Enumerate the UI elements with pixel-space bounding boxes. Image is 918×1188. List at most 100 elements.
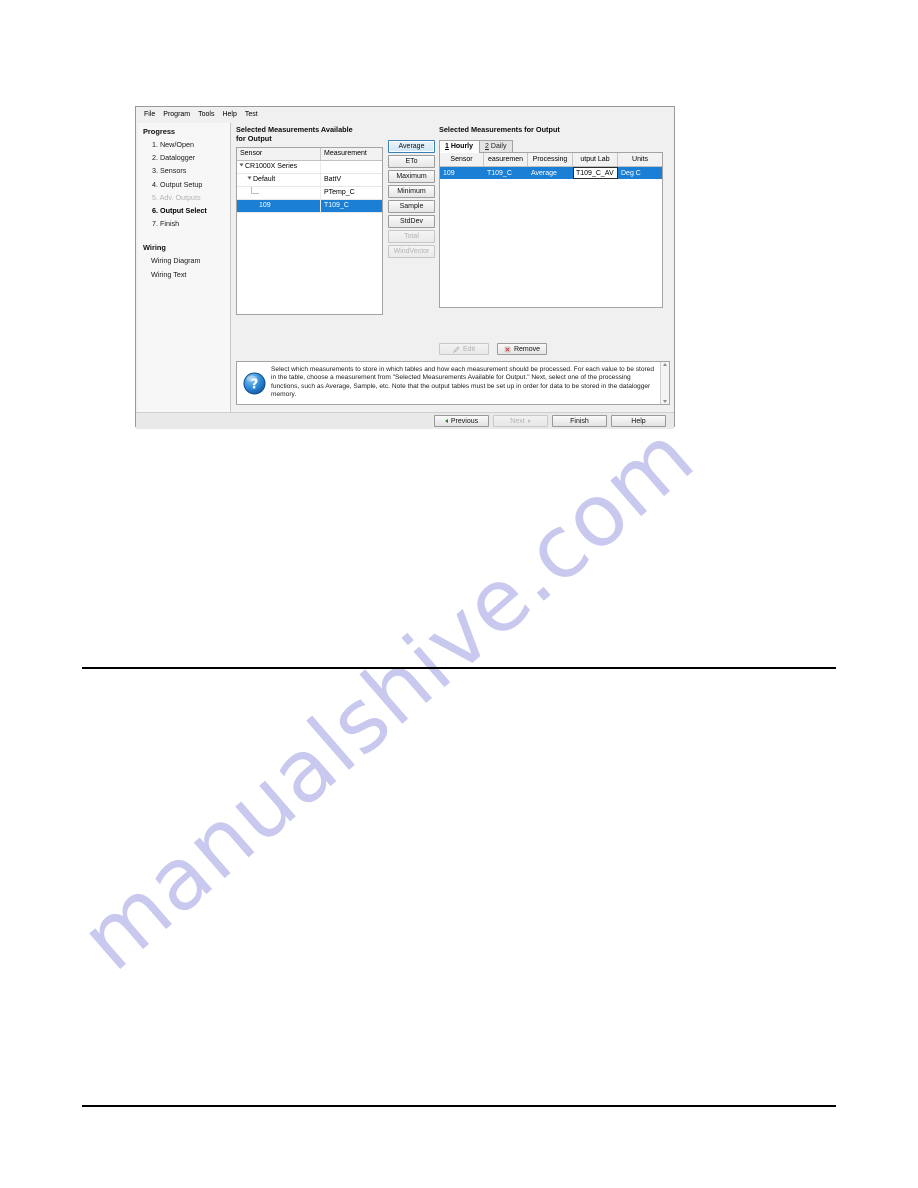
cell-sensor[interactable]: 109: [237, 200, 321, 212]
available-measurements-title: Selected Measurements Available for Outp…: [236, 125, 388, 143]
cell-sensor[interactable]: Default: [237, 174, 321, 186]
table-row-selected[interactable]: 109 T109_C Average T109_C_AV Deg C: [440, 167, 662, 179]
column-header-measurement[interactable]: Measurement: [321, 148, 382, 160]
edit-button: Edit: [439, 343, 489, 355]
sidebar-item-output-select[interactable]: 6. Output Select: [152, 206, 230, 215]
arrow-right-icon: [527, 419, 531, 423]
watermark-text: manualshive.com: [62, 406, 713, 990]
sample-button[interactable]: Sample: [388, 200, 435, 213]
column-header-output-label[interactable]: utput Lab: [573, 153, 618, 166]
sidebar-item-wiring-diagram[interactable]: Wiring Diagram: [151, 256, 230, 265]
output-table-tabs: 1 Hourly 2 Daily: [439, 140, 663, 153]
output-measurements-panel: Selected Measurements for Output 1 Hourl…: [439, 125, 667, 308]
cell-measurement[interactable]: T109_C: [484, 167, 528, 179]
sidebar-item-output-setup[interactable]: 4. Output Setup: [152, 180, 230, 189]
table-row[interactable]: Default BattV: [237, 174, 382, 187]
menu-bar: File Program Tools Help Test: [136, 107, 674, 121]
next-button-label: Next: [510, 417, 525, 425]
remove-button[interactable]: Remove: [497, 343, 547, 355]
cell-sensor[interactable]: CR1000X Series: [237, 161, 321, 173]
help-icon-wrapper: ?: [237, 362, 271, 404]
table-row[interactable]: CR1000X Series: [237, 161, 382, 174]
cell-sensor[interactable]: [237, 187, 321, 199]
question-mark-icon: ?: [242, 371, 266, 395]
menu-item-help[interactable]: Help: [218, 110, 240, 119]
chevron-down-icon[interactable]: [247, 176, 252, 180]
tree-guide-icon: [251, 187, 259, 194]
cell-measurement[interactable]: PTemp_C: [321, 187, 382, 199]
sidebar-item-wiring-text[interactable]: Wiring Text: [151, 270, 230, 279]
output-panel-title: Selected Measurements for Output: [439, 125, 560, 134]
cell-measurement[interactable]: BattV: [321, 174, 382, 186]
menu-item-tools[interactable]: Tools: [194, 110, 218, 119]
windvector-button: WindVector: [388, 245, 435, 258]
cell-processing[interactable]: Average: [528, 167, 573, 179]
tab-hourly-label: Hourly: [448, 142, 474, 150]
column-header-sensor[interactable]: Sensor: [237, 148, 321, 160]
sidebar-item-datalogger[interactable]: 2. Datalogger: [152, 153, 230, 162]
cell-units[interactable]: Deg C: [618, 167, 662, 179]
previous-button[interactable]: Previous: [434, 415, 489, 427]
short-cut-wizard-window: File Program Tools Help Test Progress 1.…: [135, 106, 675, 429]
progress-heading: Progress: [143, 127, 176, 136]
scroll-up-icon[interactable]: [663, 363, 667, 366]
average-button[interactable]: Average: [388, 140, 435, 153]
column-header-processing[interactable]: Processing: [528, 153, 573, 166]
sidebar-item-new-open[interactable]: 1. New/Open: [152, 140, 230, 149]
available-title-line1: Selected Measurements Available: [236, 125, 353, 134]
sidebar-item-sensors[interactable]: 3. Sensors: [152, 166, 230, 175]
table-row[interactable]: PTemp_C: [237, 187, 382, 200]
next-button: Next: [493, 415, 548, 427]
column-header-sensor[interactable]: Sensor: [440, 153, 484, 166]
page-divider-bottom: [82, 1105, 836, 1108]
help-hint-box: ? Select which measurements to store in …: [236, 361, 670, 405]
edit-button-label: Edit: [462, 345, 476, 353]
chevron-down-icon[interactable]: [239, 163, 244, 167]
stddev-button[interactable]: StdDev: [388, 215, 435, 228]
cell-measurement[interactable]: [321, 161, 382, 173]
sidebar-item-adv-outputs: 5. Adv. Outputs: [152, 192, 201, 202]
wizard-footer: Previous Next Finish Help: [136, 412, 674, 429]
available-title-line2: for Output: [236, 134, 272, 143]
page-divider-middle: [82, 667, 836, 669]
available-measurements-panel: Selected Measurements Available for Outp…: [236, 125, 388, 315]
cell-sensor-label: Default: [253, 176, 276, 183]
output-grid-header: Sensor easuremen Processing utput Lab Un…: [440, 153, 662, 167]
remove-x-icon: [504, 346, 511, 352]
cell-sensor[interactable]: 109: [440, 167, 484, 179]
previous-button-label: Previous: [450, 417, 479, 425]
help-button[interactable]: Help: [611, 415, 666, 427]
menu-item-test[interactable]: Test: [241, 110, 262, 119]
available-grid-header: Sensor Measurement: [237, 148, 382, 161]
window-content: Progress 1. New/Open 2. Datalogger 3. Se…: [136, 121, 674, 429]
maximum-button[interactable]: Maximum: [388, 170, 435, 183]
cell-measurement[interactable]: T109_C: [321, 200, 382, 212]
tab-hourly[interactable]: 1 Hourly: [439, 140, 481, 153]
menu-item-program[interactable]: Program: [159, 110, 194, 119]
help-scrollbar[interactable]: [660, 362, 669, 404]
total-button: Total: [388, 230, 435, 243]
svg-text:?: ?: [250, 377, 258, 392]
tab-daily[interactable]: 2 Daily: [479, 140, 514, 152]
finish-button[interactable]: Finish: [552, 415, 607, 427]
wizard-footer-buttons: Previous Next Finish Help: [434, 415, 666, 427]
tab-daily-label: Daily: [488, 142, 507, 150]
output-measurements-grid[interactable]: Sensor easuremen Processing utput Lab Un…: [439, 153, 663, 308]
sidebar-item-finish[interactable]: 7. Finish: [152, 219, 230, 228]
minimum-button[interactable]: Minimum: [388, 185, 435, 198]
table-row-selected[interactable]: 109 T109_C: [237, 200, 382, 213]
scroll-down-icon[interactable]: [663, 400, 667, 403]
output-label-input[interactable]: T109_C_AV: [573, 167, 618, 179]
cell-sensor-label: CR1000X Series: [245, 163, 298, 170]
available-measurements-grid[interactable]: Sensor Measurement CR1000X Series Defaul…: [236, 147, 383, 315]
wiring-heading: Wiring: [143, 243, 166, 253]
column-header-units[interactable]: Units: [618, 153, 662, 166]
column-header-measurement[interactable]: easuremen: [484, 153, 528, 166]
arrow-left-icon: [444, 419, 448, 423]
menu-item-file[interactable]: File: [140, 110, 159, 119]
processing-function-buttons: Average ETo Maximum Minimum Sample StdDe…: [388, 140, 436, 260]
pencil-icon: [453, 346, 460, 353]
remove-button-label: Remove: [513, 345, 541, 353]
eto-button[interactable]: ETo: [388, 155, 435, 168]
